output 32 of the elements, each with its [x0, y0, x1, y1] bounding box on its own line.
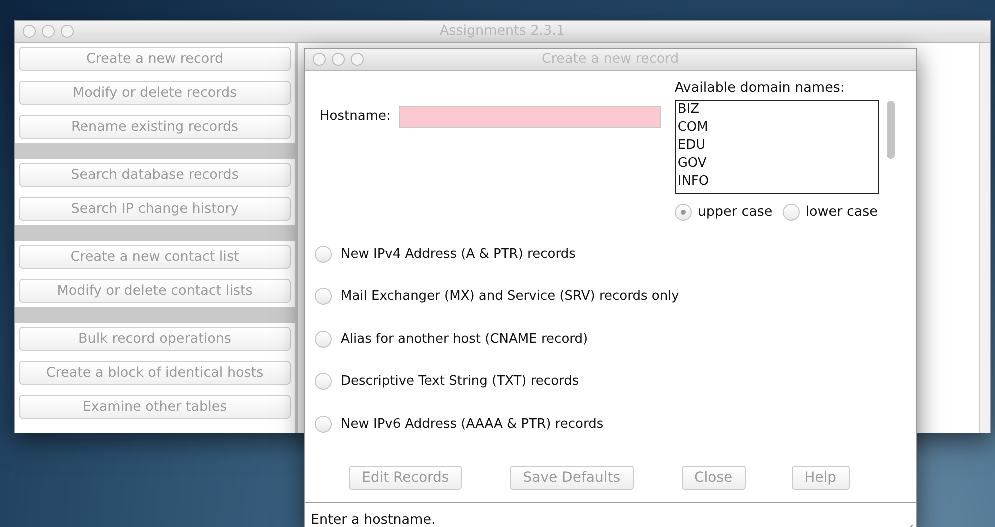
status-text: Enter a hostname. — [311, 512, 436, 527]
radio-label: lower case — [806, 203, 878, 222]
radio-button[interactable] — [315, 330, 332, 348]
radio-button[interactable] — [315, 373, 332, 390]
domain-item[interactable]: INFO — [678, 173, 876, 192]
domain-list-label: Available domain names: — [674, 79, 846, 98]
radio-label: upper case — [698, 203, 773, 222]
window-control-button[interactable] — [313, 53, 326, 66]
radio-label: Alias for another host (CNAME record) — [341, 330, 588, 348]
domain-list[interactable]: BIZ COM EDU GOV INFO — [674, 100, 879, 194]
scrollbar[interactable] — [979, 43, 990, 433]
radio-label: Mail Exchanger (MX) and Service (SRV) records only — [341, 288, 680, 306]
hostname-field[interactable] — [398, 106, 661, 128]
domain-item[interactable]: COM — [678, 119, 876, 138]
radio-button[interactable] — [315, 416, 332, 433]
window-control-button[interactable] — [332, 53, 345, 66]
radio-label: New IPv4 Address (A & PTR) records — [341, 246, 576, 264]
radio-button[interactable] — [674, 204, 692, 221]
radio-button[interactable] — [782, 204, 800, 221]
domain-item[interactable]: EDU — [678, 137, 876, 156]
radio-button[interactable] — [315, 246, 332, 263]
radio-label: New IPv6 Address (AAAA & PTR) records — [341, 416, 604, 434]
hostname-label: Hostname: — [320, 108, 391, 126]
domain-item[interactable]: BIZ — [678, 101, 876, 120]
window-control-button[interactable] — [23, 25, 36, 38]
window-control-button[interactable] — [351, 53, 364, 66]
domain-item[interactable]: GOV — [678, 155, 876, 174]
radio-button[interactable] — [315, 288, 332, 306]
window-control-button[interactable] — [61, 25, 74, 38]
scrollbar-thumb[interactable] — [887, 101, 896, 160]
radio-label: Descriptive Text String (TXT) records — [341, 373, 580, 391]
window-control-button[interactable] — [42, 25, 55, 38]
